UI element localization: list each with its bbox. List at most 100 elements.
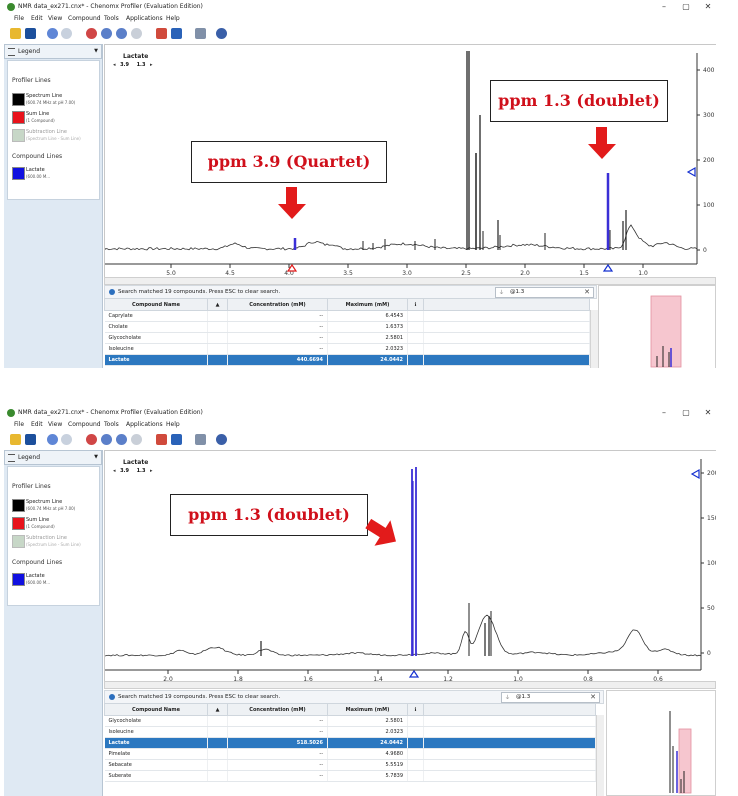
- zoom-in-icon[interactable]: [86, 434, 97, 445]
- menu-edit[interactable]: Edit: [31, 421, 43, 428]
- zoom-out-icon[interactable]: [101, 434, 112, 445]
- col-compound-name[interactable]: Compound Name: [104, 703, 208, 716]
- sort-cell: [207, 770, 228, 782]
- lactate-line-swatch[interactable]: [12, 167, 25, 180]
- sum-line-swatch[interactable]: [12, 517, 25, 530]
- spectrum-line-swatch[interactable]: [12, 93, 25, 106]
- table-row[interactable]: Pimelate -- 4.9680: [104, 748, 596, 760]
- spectrum-line-swatch[interactable]: [12, 499, 25, 512]
- spectrum-overview[interactable]: [606, 690, 716, 796]
- table-row[interactable]: Isoleucine -- 2.0323: [104, 726, 596, 738]
- horizontal-scrollbar[interactable]: [104, 277, 716, 285]
- overview-canvas[interactable]: [607, 691, 715, 795]
- sum-line-swatch[interactable]: [12, 111, 25, 124]
- clear-search-icon[interactable]: ✕: [584, 288, 590, 296]
- zoom-reset-icon[interactable]: [131, 28, 142, 39]
- menu-view[interactable]: View: [48, 15, 62, 22]
- clear-search-icon[interactable]: ✕: [590, 693, 596, 701]
- settings-icon[interactable]: [216, 434, 227, 445]
- zoom-in-icon[interactable]: [86, 28, 97, 39]
- panel-icon[interactable]: [171, 28, 182, 39]
- peak-marker-icon: [408, 669, 420, 678]
- lactate-line-swatch[interactable]: [12, 573, 25, 586]
- menu-applications[interactable]: Applications: [126, 15, 163, 22]
- open-icon[interactable]: [10, 434, 21, 445]
- empty-cell: [423, 748, 596, 760]
- open-icon[interactable]: [10, 28, 21, 39]
- table-scrollbar[interactable]: [596, 715, 604, 796]
- layout-icon[interactable]: [156, 28, 167, 39]
- sort-asc-icon[interactable]: ▲: [207, 703, 228, 716]
- zoom-reset-icon[interactable]: [131, 434, 142, 445]
- undo-icon[interactable]: [47, 434, 58, 445]
- columns-icon[interactable]: [195, 28, 206, 39]
- table-row[interactable]: Suberate -- 5.7839: [104, 770, 596, 782]
- concentration-cell: --: [227, 748, 328, 760]
- menu-tools[interactable]: Tools: [104, 15, 119, 22]
- minimize-button[interactable]: –: [654, 1, 674, 13]
- col-concentration[interactable]: Concentration (mM): [227, 703, 328, 716]
- minimize-button[interactable]: –: [654, 407, 674, 419]
- legend-header[interactable]: Legend ▼: [4, 44, 102, 59]
- chevron-down-icon[interactable]: ▼: [94, 454, 98, 460]
- table-row[interactable]: Lactate 440.6694 24.0442: [104, 354, 590, 366]
- col-maximum[interactable]: Maximum (mM): [327, 703, 408, 716]
- menu-help[interactable]: Help: [166, 15, 180, 22]
- panel-icon[interactable]: [171, 434, 182, 445]
- table-row[interactable]: Glycocholate -- 2.5801: [104, 332, 590, 344]
- save-icon[interactable]: [25, 28, 36, 39]
- chevron-down-icon[interactable]: ▼: [94, 48, 98, 54]
- menu-view[interactable]: View: [48, 421, 62, 428]
- search-input[interactable]: ⏚ @1.3 ✕: [501, 692, 600, 703]
- menu-compound[interactable]: Compound: [68, 15, 101, 22]
- subtraction-line-swatch[interactable]: [12, 129, 25, 142]
- search-input[interactable]: ⏚ @1.3 ✕: [495, 287, 594, 298]
- menu-compound[interactable]: Compound: [68, 421, 101, 428]
- menu-file[interactable]: File: [14, 15, 24, 22]
- table-row[interactable]: Glycocholate -- 2.5801: [104, 715, 596, 727]
- sort-cell: [207, 726, 228, 738]
- col-compound-name[interactable]: Compound Name: [104, 298, 208, 311]
- menu-edit[interactable]: Edit: [31, 15, 43, 22]
- redo-icon[interactable]: [61, 434, 72, 445]
- legend-header[interactable]: Legend ▼: [4, 450, 102, 465]
- save-icon[interactable]: [25, 434, 36, 445]
- settings-icon[interactable]: [216, 28, 227, 39]
- table-row[interactable]: Isoleucine -- 2.0323: [104, 343, 590, 355]
- table-row[interactable]: Lactate 518.5026 24.0442: [104, 737, 596, 749]
- undo-icon[interactable]: [47, 28, 58, 39]
- col-maximum[interactable]: Maximum (mM): [327, 298, 408, 311]
- maximize-button[interactable]: ▢: [676, 407, 696, 419]
- zoom-fit-icon[interactable]: [116, 28, 127, 39]
- zoom-out-icon[interactable]: [101, 28, 112, 39]
- col-concentration[interactable]: Concentration (mM): [227, 298, 328, 311]
- menu-tools[interactable]: Tools: [104, 421, 119, 428]
- menu-help[interactable]: Help: [166, 421, 180, 428]
- zoom-fit-icon[interactable]: [116, 434, 127, 445]
- table-row[interactable]: Sebacate -- 5.5519: [104, 759, 596, 771]
- columns-icon[interactable]: [195, 434, 206, 445]
- close-button[interactable]: ✕: [698, 407, 716, 419]
- spectrum-plot[interactable]: Lactate ◂ 3.9 1.3 ▸ 2.0 1.8 1.6 1.4 1.2 1.0 0.…: [104, 450, 716, 682]
- maximum-cell: 24.0442: [327, 737, 408, 749]
- horizontal-scrollbar[interactable]: [104, 681, 716, 689]
- concentration-cell: 518.5026: [227, 737, 328, 749]
- table-row[interactable]: Caprylate -- 6.4543: [104, 310, 590, 322]
- overview-canvas[interactable]: [599, 286, 715, 368]
- spectrum-overview[interactable]: [598, 285, 716, 368]
- close-button[interactable]: ✕: [698, 1, 716, 13]
- layout-icon[interactable]: [156, 434, 167, 445]
- info-column-icon[interactable]: ℹ: [407, 298, 424, 311]
- spectrum-canvas[interactable]: 2.0 1.8 1.6 1.4 1.2 1.0 0.8 0.6200150100500: [105, 451, 716, 681]
- maximize-button[interactable]: ▢: [676, 1, 696, 13]
- table-scrollbar[interactable]: [590, 310, 598, 368]
- sort-asc-icon[interactable]: ▲: [207, 298, 228, 311]
- subtraction-line-swatch[interactable]: [12, 535, 25, 548]
- info-column-icon[interactable]: ℹ: [407, 703, 424, 716]
- menu-applications[interactable]: Applications: [126, 421, 163, 428]
- table-row[interactable]: Cholate -- 1.6373: [104, 321, 590, 333]
- empty-cell: [423, 737, 596, 749]
- annotation-ppm39: ppm 3.9 (Quartet): [191, 141, 387, 183]
- redo-icon[interactable]: [61, 28, 72, 39]
- menu-file[interactable]: File: [14, 421, 24, 428]
